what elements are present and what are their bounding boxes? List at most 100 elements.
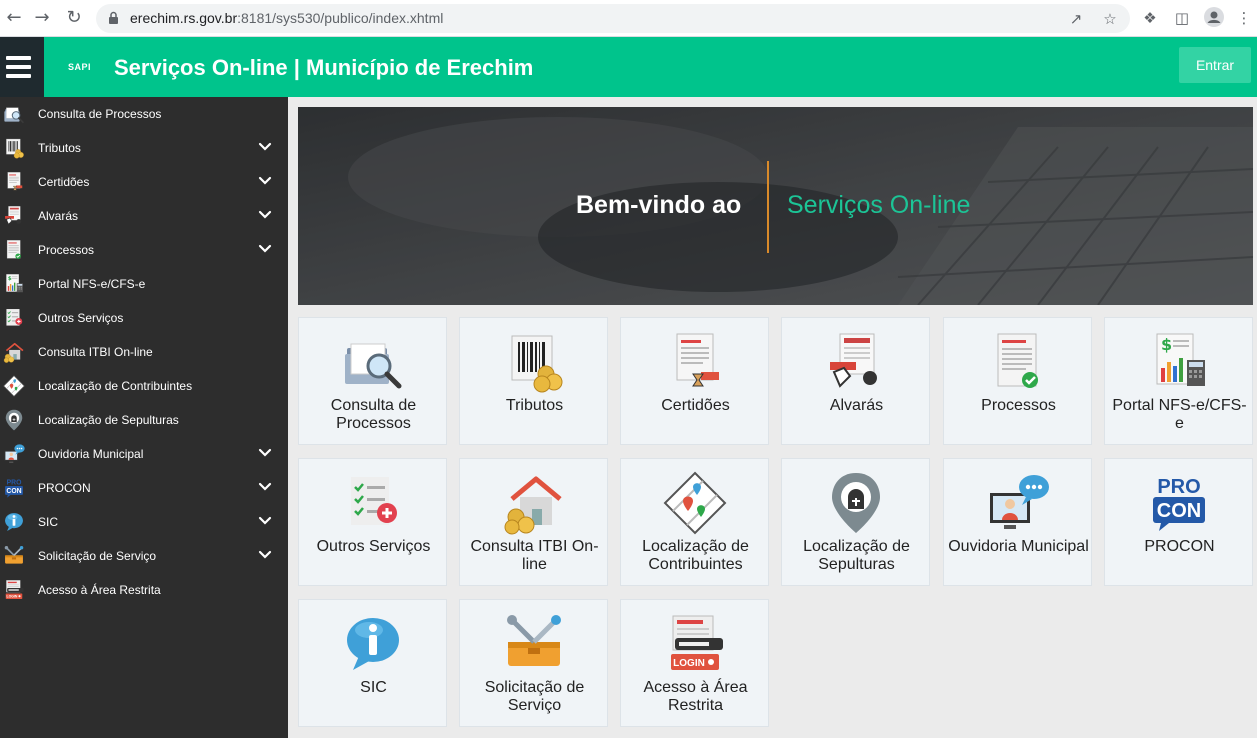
document-check-icon: [3, 239, 25, 261]
magnifier-folder-icon: [341, 330, 405, 394]
sidebar-item[interactable]: Solicitação de Serviço: [0, 539, 288, 573]
certificate-icon: [3, 171, 25, 193]
service-tile[interactable]: Alvarás: [781, 317, 930, 445]
permit-icon: [824, 330, 888, 394]
chevron-down-icon[interactable]: [258, 548, 272, 562]
sidebar-item[interactable]: Localização de Contribuintes: [0, 369, 288, 403]
reload-icon[interactable]: ↻: [62, 6, 86, 30]
sidebar-item[interactable]: Outros Serviços: [0, 301, 288, 335]
back-icon[interactable]: ←: [2, 6, 26, 30]
service-tile[interactable]: Outros Serviços: [298, 458, 447, 586]
sidebar-item[interactable]: Ouvidoria Municipal: [0, 437, 288, 471]
share-icon[interactable]: ↗: [1066, 9, 1086, 29]
chevron-down-icon[interactable]: [258, 242, 272, 256]
sidebar-item[interactable]: $ Portal NFS-e/CFS-e: [0, 267, 288, 301]
toolbox-icon: [502, 612, 566, 676]
page-title: Serviços On-line | Município de Erechim: [114, 55, 534, 80]
service-tile-label: Localização de Contribuintes: [642, 538, 749, 573]
sidebar-item[interactable]: Processos: [0, 233, 288, 267]
menu-dots-icon[interactable]: ⋮: [1234, 8, 1254, 28]
main-content: Bem-vindo ao Serviços On-line Consulta d…: [288, 97, 1257, 738]
info-bubble-icon: [341, 612, 405, 676]
service-tile[interactable]: Ouvidoria Municipal: [943, 458, 1092, 586]
sidebar-item-label: Outros Serviços: [38, 311, 124, 325]
service-tile-label: PROCON: [1144, 538, 1215, 555]
service-tile[interactable]: Consulta de Processos: [298, 317, 447, 445]
chevron-down-icon[interactable]: [258, 480, 272, 494]
procon-icon: PRO CON: [1147, 471, 1211, 535]
service-tile[interactable]: Consulta ITBI On-line: [459, 458, 608, 586]
service-tile[interactable]: Tributos: [459, 317, 608, 445]
service-tile[interactable]: Localização de Sepulturas: [781, 458, 930, 586]
service-tile[interactable]: Certidões: [620, 317, 769, 445]
invoice-calculator-icon: $: [1147, 330, 1211, 394]
house-coins-icon: [502, 471, 566, 535]
menu-toggle[interactable]: [0, 37, 44, 97]
login-button[interactable]: Entrar: [1179, 47, 1251, 83]
checklist-icon: [341, 471, 405, 535]
lock-icon[interactable]: [108, 11, 119, 25]
service-tile[interactable]: Localização de Contribuintes: [620, 458, 769, 586]
grave-pin-icon: [824, 471, 888, 535]
permit-icon: [3, 205, 25, 227]
chevron-down-icon[interactable]: [258, 208, 272, 222]
service-tile[interactable]: Processos: [943, 317, 1092, 445]
sidebar-item[interactable]: Consulta ITBI On-line: [0, 335, 288, 369]
address-bar[interactable]: erechim.rs.gov.br:8181/sys530/publico/in…: [96, 4, 1130, 33]
service-tile[interactable]: $ Portal NFS-e/CFS-e: [1104, 317, 1253, 445]
sidepanel-icon[interactable]: ◫: [1172, 8, 1192, 28]
service-tile[interactable]: Solicitação de Serviço: [459, 599, 608, 727]
banner-welcome: Bem-vindo ao: [576, 191, 742, 219]
svg-text:$: $: [1161, 335, 1172, 354]
svg-text:$: $: [8, 276, 12, 282]
sidebar-item[interactable]: LOGIN Acesso à Área Restrita: [0, 573, 288, 607]
forward-icon[interactable]: →: [30, 6, 54, 30]
service-tile-label: Alvarás: [829, 397, 884, 414]
login-icon: LOGIN: [663, 612, 727, 676]
procon-icon: PRO CON: [3, 477, 25, 499]
sidebar-item[interactable]: Consulta de Processos: [0, 97, 288, 131]
sidebar-item[interactable]: SIC: [0, 505, 288, 539]
svg-text:CON: CON: [6, 488, 21, 495]
chevron-down-icon[interactable]: [258, 174, 272, 188]
login-icon: LOGIN: [3, 579, 25, 601]
sidebar-item-label: Processos: [38, 243, 95, 257]
sidebar-item[interactable]: Alvarás: [0, 199, 288, 233]
sidebar-item[interactable]: Tributos: [0, 131, 288, 165]
sidebar-item-label: Portal NFS-e/CFS-e: [38, 277, 146, 291]
sidebar-item-label: SIC: [38, 515, 59, 529]
sidebar-item[interactable]: Localização de Sepulturas: [0, 403, 288, 437]
map-pin-icon: [3, 375, 25, 397]
service-tile-label: Portal NFS-e/CFS-e: [1112, 397, 1247, 432]
map-pin-icon: [663, 471, 727, 535]
service-tile[interactable]: LOGIN Acesso à Área Restrita: [620, 599, 769, 727]
document-check-icon: [986, 330, 1050, 394]
speech-user-icon: [3, 443, 25, 465]
chevron-down-icon[interactable]: [258, 514, 272, 528]
star-icon[interactable]: ☆: [1100, 9, 1120, 29]
service-tile[interactable]: PRO CON PROCON: [1104, 458, 1253, 586]
service-tile[interactable]: SIC: [298, 599, 447, 727]
info-bubble-icon: [3, 511, 25, 533]
sidebar-item[interactable]: Certidões: [0, 165, 288, 199]
extensions-icon[interactable]: ❖: [1140, 8, 1160, 28]
barcode-coins-icon: [502, 330, 566, 394]
chevron-down-icon[interactable]: [258, 140, 272, 154]
profile-icon[interactable]: [1204, 7, 1224, 27]
grave-pin-icon: [3, 409, 25, 431]
url-host: erechim.rs.gov.br: [130, 10, 238, 26]
barcode-coins-icon: [3, 137, 25, 159]
house-coins-icon: [3, 341, 25, 363]
banner-divider: [767, 161, 769, 253]
service-tile-label: Outros Serviços: [316, 538, 431, 555]
sidebar-item[interactable]: PRO CON PROCON: [0, 471, 288, 505]
service-tile-label: Certidões: [661, 397, 730, 414]
banner-highlight: Serviços On-line: [787, 191, 971, 219]
service-tile-label: Consulta de Processos: [330, 397, 417, 432]
url-text[interactable]: erechim.rs.gov.br:8181/sys530/publico/in…: [130, 10, 443, 26]
magnifier-folder-icon: [3, 103, 25, 125]
service-tile-label: Acesso à Área Restrita: [643, 679, 748, 714]
svg-text:LOGIN: LOGIN: [7, 595, 18, 599]
chevron-down-icon[interactable]: [258, 446, 272, 460]
hamburger-icon[interactable]: [6, 56, 31, 78]
